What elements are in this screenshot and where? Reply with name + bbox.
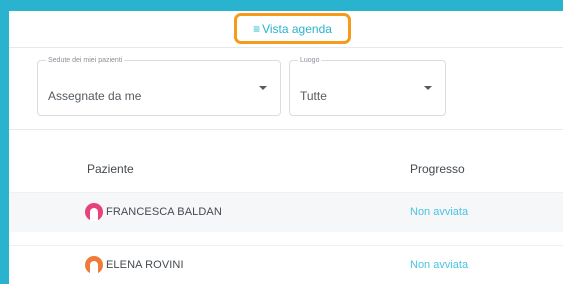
filters-divider	[9, 129, 563, 130]
sedute-select[interactable]: Sedute dei miei pazienti Assegnate da me	[37, 57, 281, 116]
sedute-select-label: Sedute dei miei pazienti	[46, 57, 125, 65]
avatar-icon	[85, 203, 103, 221]
table-row[interactable]: FRANCESCA BALDAN Non avviata	[9, 192, 563, 232]
luogo-select-label: Luogo	[298, 57, 322, 65]
column-header-patient: Paziente	[87, 162, 134, 176]
table-row[interactable]: ELENA ROVINI Non avviata	[9, 245, 563, 284]
patient-name: FRANCESCA BALDAN	[106, 206, 222, 218]
sedute-select-value: Assegnate da me	[48, 89, 142, 103]
column-header-progress: Progresso	[410, 162, 465, 176]
vista-agenda-button[interactable]: ≡ Vista agenda	[234, 13, 351, 44]
avatar-icon	[85, 256, 103, 274]
patient-name: ELENA ROVINI	[106, 259, 184, 271]
chevron-down-icon	[424, 86, 432, 90]
list-icon: ≡	[253, 21, 261, 36]
agenda-toolbar: ≡ Vista agenda	[9, 11, 563, 48]
luogo-select[interactable]: Luogo Tutte	[289, 57, 446, 116]
progress-status[interactable]: Non avviata	[410, 206, 468, 218]
vista-agenda-label: Vista agenda	[262, 21, 332, 36]
main-panel: ≡ Vista agenda Sedute dei miei pazienti …	[9, 11, 563, 284]
progress-status[interactable]: Non avviata	[410, 259, 468, 271]
luogo-select-value: Tutte	[300, 89, 327, 103]
chevron-down-icon	[259, 86, 267, 90]
